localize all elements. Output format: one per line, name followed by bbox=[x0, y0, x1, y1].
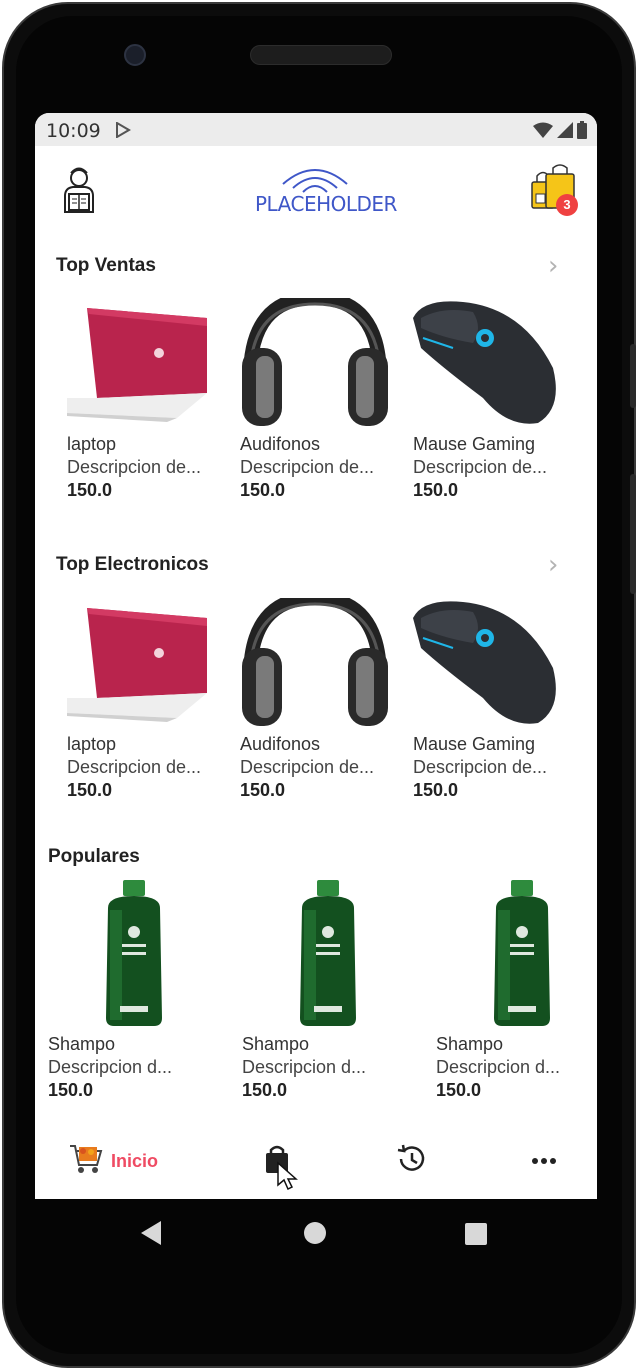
shampoo-bottle-image bbox=[48, 880, 198, 1026]
headphones-image bbox=[240, 590, 390, 728]
product-name: laptop bbox=[67, 734, 117, 754]
section-title-top-ventas: Top Ventas bbox=[56, 255, 156, 276]
product-description: Descripcion de... bbox=[67, 457, 202, 477]
laptop-image bbox=[67, 298, 217, 428]
status-time: 10:09 bbox=[46, 120, 101, 142]
product-price: 150.0 bbox=[67, 780, 113, 800]
product-description: Descripcion de... bbox=[240, 457, 375, 477]
product-name: Shampo bbox=[242, 1034, 310, 1054]
product-price: 150.0 bbox=[48, 1080, 94, 1100]
play-store-icon bbox=[115, 121, 131, 143]
product-name: Mause Gaming bbox=[413, 734, 536, 754]
laptop-image bbox=[67, 598, 217, 728]
product-name: Mause Gaming bbox=[413, 434, 536, 454]
product-price: 150.0 bbox=[240, 780, 286, 800]
cart-badge: 3 bbox=[556, 194, 578, 216]
nav-label-inicio: Inicio bbox=[111, 1150, 159, 1171]
product-price: 150.0 bbox=[413, 480, 459, 500]
shampoo-bottle-image bbox=[436, 880, 586, 1026]
gaming-mouse-image bbox=[413, 598, 563, 728]
brand-logo: PLACEHOLDER bbox=[255, 162, 397, 216]
mouse-cursor-icon bbox=[276, 1161, 298, 1196]
product-price: 150.0 bbox=[240, 480, 286, 500]
history-icon bbox=[395, 1144, 427, 1179]
product-description: Descripcion de... bbox=[413, 757, 548, 777]
front-camera bbox=[124, 44, 146, 66]
earpiece-speaker bbox=[250, 45, 392, 65]
user-profile-icon[interactable] bbox=[59, 166, 99, 219]
shampoo-bottle-image bbox=[242, 880, 392, 1026]
product-description: Descripcion de... bbox=[240, 757, 375, 777]
product-name: laptop bbox=[67, 434, 117, 454]
logo-wave-icon bbox=[282, 169, 348, 193]
chevron-right-icon[interactable]: › bbox=[548, 550, 558, 580]
product-description: Descripcion de... bbox=[413, 457, 548, 477]
wifi-icon bbox=[533, 122, 553, 143]
more-horizontal-icon bbox=[531, 1152, 557, 1170]
section-title-populares: Populares bbox=[48, 846, 140, 867]
signal-icon bbox=[557, 122, 573, 143]
product-name: Shampo bbox=[48, 1034, 116, 1054]
product-price: 150.0 bbox=[242, 1080, 288, 1100]
product-description: Descripcion d... bbox=[436, 1057, 561, 1077]
product-description: Descripcion de... bbox=[67, 757, 202, 777]
product-name: Audifonos bbox=[240, 734, 321, 754]
nav-item-history[interactable] bbox=[395, 1123, 427, 1199]
system-navigation-bar bbox=[35, 1199, 597, 1269]
recents-icon[interactable] bbox=[465, 1223, 487, 1250]
gaming-mouse-image bbox=[413, 298, 563, 428]
nav-item-more[interactable] bbox=[531, 1123, 557, 1199]
product-price: 150.0 bbox=[67, 480, 113, 500]
product-name: Shampo bbox=[436, 1034, 504, 1054]
chevron-right-icon[interactable]: › bbox=[548, 251, 558, 281]
product-description: Descripcion d... bbox=[48, 1057, 173, 1077]
back-icon[interactable] bbox=[141, 1221, 163, 1250]
product-description: Descripcion d... bbox=[242, 1057, 367, 1077]
section-title-top-electronicos: Top Electronicos bbox=[56, 554, 209, 575]
headphones-image bbox=[240, 290, 390, 428]
home-icon[interactable] bbox=[304, 1222, 326, 1249]
product-price: 150.0 bbox=[413, 780, 459, 800]
bottom-navigation: Inicio bbox=[35, 1123, 597, 1199]
battery-icon bbox=[577, 121, 587, 144]
product-name: Audifonos bbox=[240, 434, 321, 454]
app-bar: PLACEHOLDER 3 bbox=[35, 146, 597, 230]
nav-item-inicio[interactable]: Inicio bbox=[69, 1123, 158, 1199]
status-bar: 10:09 bbox=[35, 113, 597, 146]
shopping-cart-icon bbox=[69, 1143, 103, 1180]
app-screen: 10:09 PLACEHOLDER 3 Top Ventas › laptop … bbox=[35, 113, 597, 1199]
logo-text: PLACEHOLDER bbox=[255, 192, 397, 216]
product-price: 150.0 bbox=[436, 1080, 482, 1100]
